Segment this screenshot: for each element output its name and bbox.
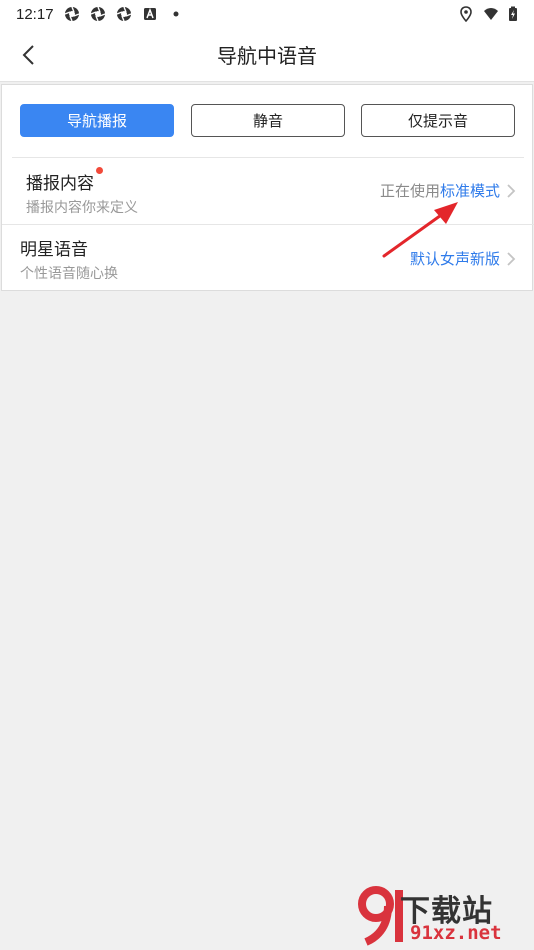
page-title: 导航中语音 — [217, 44, 317, 68]
chevron-left-icon — [22, 45, 34, 65]
segment-prompt-tone-only[interactable]: 仅提示音 — [361, 104, 515, 137]
status-right — [458, 6, 518, 22]
segment-navigation-broadcast[interactable]: 导航播报 — [20, 104, 174, 137]
aperture-icon — [64, 6, 79, 22]
row-title: 明星语音 — [20, 240, 88, 260]
a-badge-icon — [143, 7, 156, 20]
value-text: 标准模式 — [439, 182, 500, 200]
chevron-right-icon — [507, 251, 516, 266]
row-subtitle: 播报内容你来定义 — [26, 200, 138, 216]
row-celebrity-voice[interactable]: 明星语音 个性语音随心换 默认女声新版 — [2, 224, 534, 290]
battery-charging-icon — [509, 6, 517, 21]
new-badge-dot — [96, 167, 103, 174]
nav-bar: 导航中语音 — [0, 28, 534, 82]
row-value: 默认女声新版 — [410, 248, 516, 269]
segment-mute[interactable]: 静音 — [191, 104, 345, 137]
chevron-right-icon — [507, 183, 516, 198]
row-subtitle: 个性语音随心换 — [20, 266, 118, 282]
value-prefix: 正在使用 — [379, 182, 440, 200]
row-broadcast-content[interactable]: 播报内容 播报内容你来定义 正在使用 标准模式 — [12, 157, 524, 223]
aperture-icon — [116, 6, 131, 22]
value-text: 默认女声新版 — [409, 250, 500, 268]
location-icon — [460, 6, 472, 22]
back-button[interactable] — [10, 36, 46, 74]
wifi-icon — [484, 8, 498, 20]
dot-icon — [173, 11, 179, 17]
watermark-logo: 下载站 91xz.net — [358, 884, 530, 948]
watermark-domain: 91xz.net — [410, 922, 502, 944]
status-left: 12:17 — [16, 6, 184, 23]
aperture-icon — [90, 6, 105, 22]
logo-91-icon — [358, 886, 403, 946]
row-title: 播报内容 — [26, 174, 94, 194]
status-bar: 12:17 — [0, 0, 534, 28]
voice-settings-card: 导航播报 静音 仅提示音 播报内容 播报内容你来定义 正在使用 标准模式 明星语音… — [1, 84, 534, 291]
status-time: 12:17 — [16, 5, 54, 23]
row-value: 正在使用 标准模式 — [380, 180, 516, 201]
